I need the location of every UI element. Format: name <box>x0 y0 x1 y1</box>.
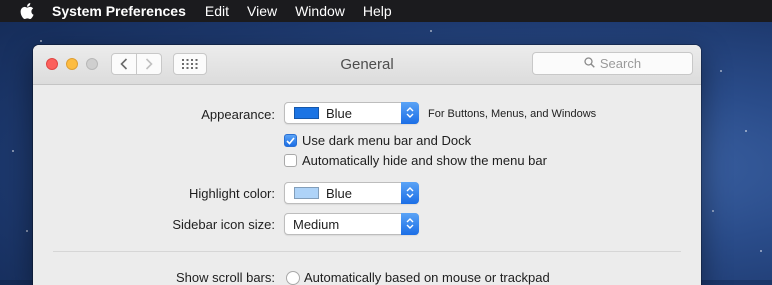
sidebar-icon-size-label: Sidebar icon size: <box>172 217 275 232</box>
highlight-color-value: Blue <box>326 185 353 201</box>
search-placeholder: Search <box>599 56 642 71</box>
appearance-hint: For Buttons, Menus, and Windows <box>428 108 597 120</box>
apple-logo-icon[interactable] <box>20 3 36 19</box>
star <box>760 250 762 252</box>
dark-menu-bar-label: Use dark menu bar and Dock <box>302 133 472 148</box>
appearance-color-swatch <box>294 107 319 119</box>
menu-help[interactable]: Help <box>363 3 392 19</box>
scroll-bars-auto-radio[interactable] <box>286 270 300 285</box>
star <box>26 230 28 232</box>
dark-menu-bar-option[interactable]: Use dark menu bar and Dock <box>284 133 471 148</box>
sidebar-icon-size-popup[interactable]: Medium <box>284 212 419 235</box>
magnifier-icon <box>584 56 600 71</box>
menu-app-name[interactable]: System Preferences <box>52 3 186 19</box>
search-field[interactable]: Search <box>532 52 693 75</box>
highlight-color-swatch <box>294 187 319 199</box>
section-divider <box>53 251 681 252</box>
star <box>712 210 714 212</box>
title-bar: General Search <box>33 45 701 85</box>
menu-window[interactable]: Window <box>295 3 345 19</box>
star <box>40 40 42 42</box>
highlight-color-label: Highlight color: <box>189 186 275 201</box>
appearance-label: Appearance: <box>201 107 275 122</box>
appearance-popup[interactable]: Blue <box>284 101 419 124</box>
popup-arrows-icon <box>401 212 419 235</box>
autohide-menu-bar-option[interactable]: Automatically hide and show the menu bar <box>284 153 547 168</box>
appearance-value: Blue <box>326 105 353 121</box>
dark-menu-bar-checkbox[interactable] <box>284 134 297 147</box>
scroll-bars-auto-option[interactable]: Automatically based on mouse or trackpad <box>286 270 550 285</box>
menu-view[interactable]: View <box>247 3 277 19</box>
popup-arrows-icon <box>401 181 419 204</box>
autohide-menu-bar-checkbox[interactable] <box>284 154 297 167</box>
star <box>745 130 747 132</box>
star <box>12 150 14 152</box>
autohide-menu-bar-label: Automatically hide and show the menu bar <box>302 153 547 168</box>
highlight-color-popup[interactable]: Blue <box>284 181 419 204</box>
sidebar-icon-size-value: Medium <box>293 216 340 232</box>
scroll-bars-auto-label: Automatically based on mouse or trackpad <box>304 270 550 285</box>
popup-arrows-icon <box>401 101 419 124</box>
preferences-window: General Search Appearance: Blue For Butt… <box>33 45 701 285</box>
star <box>430 30 432 32</box>
menu-bar: System Preferences Edit View Window Help <box>0 0 772 22</box>
menu-edit[interactable]: Edit <box>205 3 229 19</box>
scroll-bars-label: Show scroll bars: <box>176 270 275 285</box>
star <box>720 70 722 72</box>
